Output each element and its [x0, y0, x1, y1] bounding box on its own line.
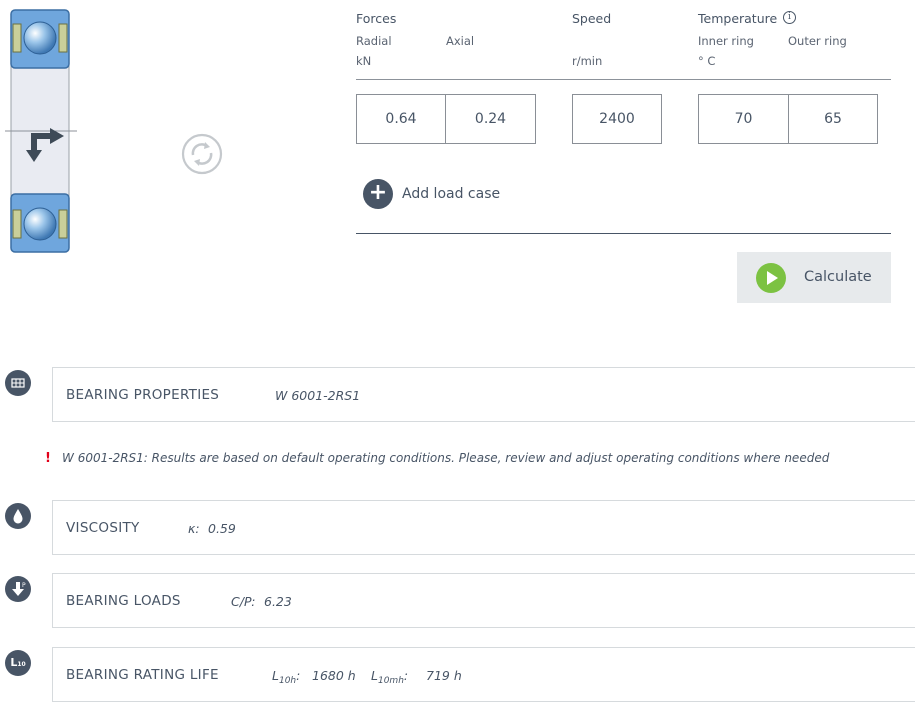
bearing-loads-title: BEARING LOADS [66, 593, 181, 609]
add-load-case-button[interactable]: + Add load case [363, 179, 523, 211]
radial-label: Radial [356, 34, 392, 48]
calculate-button[interactable]: Calculate [737, 252, 891, 303]
l10h-label: L10h: [272, 668, 301, 686]
bearing-cross-section-illustration [5, 9, 77, 253]
bearing-properties-panel[interactable]: BEARING PROPERTIES W 6001-2RS1 [52, 367, 915, 422]
l10h-value: 1680 h [312, 668, 356, 683]
cp-label: C/P: [231, 594, 256, 609]
inner-ring-temperature-input[interactable] [698, 94, 789, 144]
bearing-properties-title: BEARING PROPERTIES [66, 387, 220, 403]
load-arrow-icon: P [5, 576, 31, 602]
forces-unit: kN [356, 54, 372, 68]
header-divider [356, 79, 891, 80]
bearing-rating-life-title: BEARING RATING LIFE [66, 667, 219, 683]
warning-text: W 6001-2RS1: Results are based on defaul… [62, 451, 830, 465]
play-icon [756, 263, 786, 293]
temperature-heading: Temperature [698, 11, 778, 26]
forces-heading: Forces [356, 11, 397, 26]
warning-exclamation-icon: ! [45, 451, 51, 466]
bearing-loads-panel[interactable]: BEARING LOADS C/P: 6.23 [52, 573, 915, 628]
speed-heading: Speed [572, 11, 612, 26]
viscosity-title: VISCOSITY [66, 520, 140, 536]
radial-force-input[interactable] [356, 94, 446, 144]
speed-input[interactable] [572, 94, 662, 144]
life-icon: L10 [5, 650, 31, 676]
bearing-rating-life-panel[interactable]: BEARING RATING LIFE L10h: 1680 h L10mh: … [52, 647, 915, 702]
axial-label: Axial [446, 34, 475, 48]
rotation-icon[interactable] [181, 133, 223, 175]
add-load-case-label: Add load case [402, 186, 501, 202]
bearing-designation: W 6001-2RS1 [275, 388, 361, 403]
l10mh-label: L10mh: [371, 668, 409, 686]
speed-unit: r/min [572, 54, 603, 68]
viscosity-ratio-value: 0.59 [208, 521, 236, 536]
load-case-divider [356, 233, 891, 234]
axial-force-input[interactable] [445, 94, 536, 144]
table-icon [5, 370, 31, 396]
svg-text:P: P [22, 582, 26, 589]
plus-icon: + [363, 179, 393, 209]
temperature-info-icon[interactable]: i [783, 11, 796, 24]
life-icon-subscript: 10 [17, 661, 26, 668]
outer-ring-label: Outer ring [788, 34, 847, 48]
outer-ring-temperature-input[interactable] [788, 94, 878, 144]
l10mh-value: 719 h [426, 668, 462, 683]
default-conditions-warning: ! W 6001-2RS1: Results are based on defa… [45, 447, 829, 466]
cp-value: 6.23 [264, 594, 292, 609]
kappa-symbol: κ: [188, 521, 200, 536]
temperature-unit: ° C [698, 54, 716, 68]
calculate-label: Calculate [804, 269, 872, 285]
inner-ring-label: Inner ring [698, 34, 754, 48]
drop-icon [5, 503, 31, 529]
info-glyph: i [788, 12, 791, 22]
viscosity-panel[interactable]: VISCOSITY κ: 0.59 [52, 500, 915, 555]
